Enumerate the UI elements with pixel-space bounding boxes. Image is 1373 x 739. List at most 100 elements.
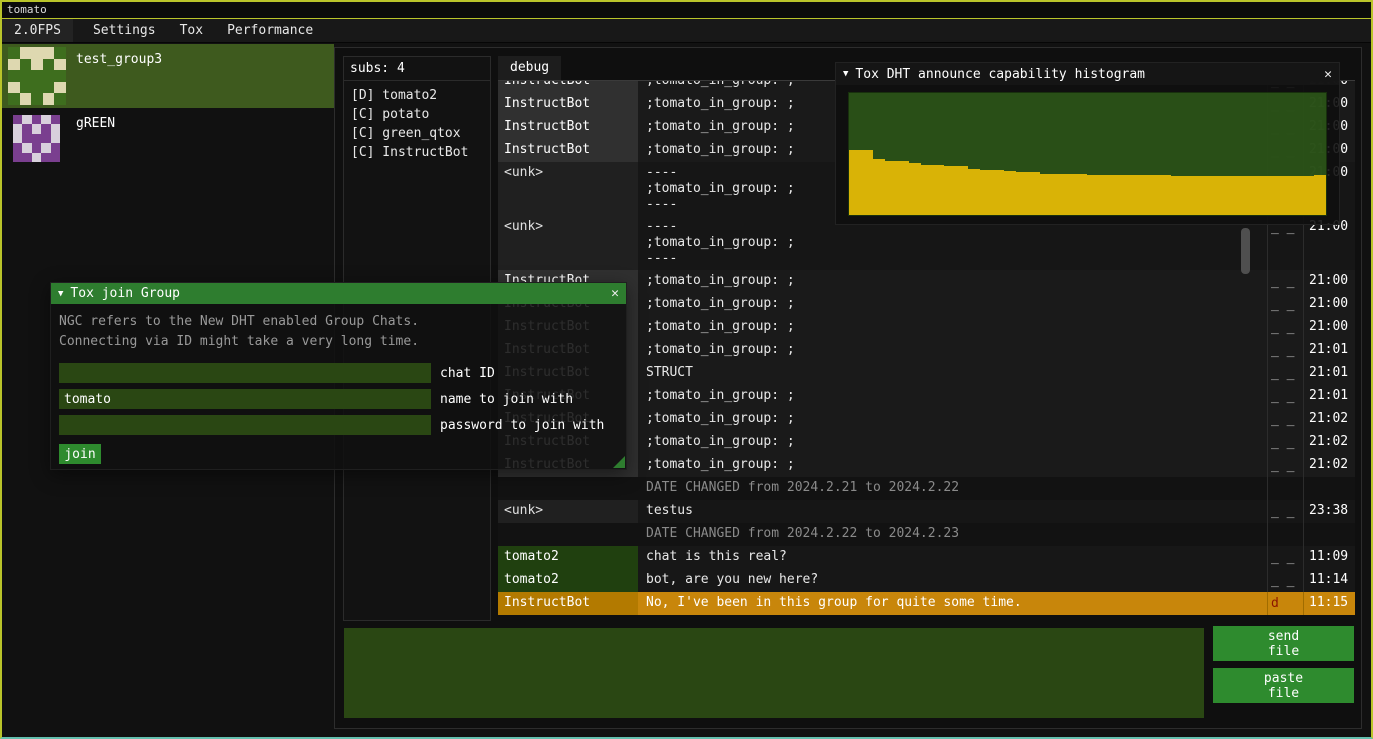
histogram-plot xyxy=(848,92,1327,216)
join-group-window: ▼ Tox join Group ✕ NGC refers to the New… xyxy=(50,282,627,470)
histogram-window-title: Tox DHT announce capability histogram xyxy=(855,67,1145,82)
close-icon[interactable]: ✕ xyxy=(1324,67,1332,82)
message-row[interactable]: tomato2chat is this real?_ _11:09 xyxy=(498,546,1355,569)
histogram-window: ▼ Tox DHT announce capability histogram … xyxy=(835,62,1340,225)
join-window-title: Tox join Group xyxy=(70,286,180,301)
histogram-bar xyxy=(1087,175,1099,215)
histogram-bar xyxy=(968,169,980,215)
message-text: DATE CHANGED from 2024.2.22 to 2024.2.23 xyxy=(638,523,1267,546)
histogram-bar xyxy=(909,163,921,215)
resize-grip[interactable] xyxy=(613,456,625,468)
histogram-bar xyxy=(932,165,944,215)
histogram-bar xyxy=(1040,174,1052,215)
fps-counter[interactable]: 2.0FPS xyxy=(2,19,73,42)
histogram-bar xyxy=(849,150,861,215)
message-text: No, I've been in this group for quite so… xyxy=(638,592,1267,615)
menu-settings[interactable]: Settings xyxy=(81,19,168,42)
scrollbar-thumb[interactable] xyxy=(1241,228,1250,274)
histogram-bar xyxy=(1278,176,1290,215)
message-text: testus xyxy=(638,500,1267,523)
menu-tox[interactable]: Tox xyxy=(168,19,215,42)
chat-id-input[interactable] xyxy=(59,363,431,383)
message-text: bot, are you new here? xyxy=(638,569,1267,592)
message-sender: InstructBot xyxy=(498,592,638,615)
histogram-bar xyxy=(1123,175,1135,215)
member-item[interactable]: [C] InstructBot xyxy=(344,143,490,162)
join-password-label: password to join with xyxy=(440,418,604,433)
message-text: ;tomato_in_group: ; xyxy=(638,431,1267,454)
member-item[interactable]: [C] potato xyxy=(344,105,490,124)
menu-performance[interactable]: Performance xyxy=(215,19,325,42)
paste-file-button[interactable]: paste file xyxy=(1213,668,1354,703)
message-text: ;tomato_in_group: ; xyxy=(638,408,1267,431)
file-buttons: send file paste file xyxy=(1213,626,1354,703)
group-name: test_group3 xyxy=(76,47,162,67)
message-time: 21:00 xyxy=(1303,270,1355,293)
close-icon[interactable]: ✕ xyxy=(611,286,619,301)
message-row[interactable]: tomato2bot, are you new here?_ _11:14 xyxy=(498,569,1355,592)
histogram-bar xyxy=(873,159,885,215)
group-name: gREEN xyxy=(76,111,115,131)
message-sender: InstructBot xyxy=(498,81,638,93)
member-item[interactable]: [D] tomato2 xyxy=(344,86,490,105)
group-avatar xyxy=(13,115,60,162)
histogram-bar xyxy=(1219,176,1231,215)
ngc-description-line2: Connecting via ID might take a very long… xyxy=(59,332,618,352)
tab-debug[interactable]: debug xyxy=(498,56,561,80)
collapse-arrow-icon[interactable]: ▼ xyxy=(58,289,63,299)
histogram-bar xyxy=(1135,175,1147,215)
join-button[interactable]: join xyxy=(59,444,101,464)
message-row[interactable]: <unk>testus_ _23:38 xyxy=(498,500,1355,523)
message-text: ;tomato_in_group: ; xyxy=(638,270,1267,293)
message-sender: <unk> xyxy=(498,216,638,270)
join-window-titlebar[interactable]: ▼ Tox join Group ✕ xyxy=(51,283,626,304)
message-time: 11:09 xyxy=(1303,546,1355,569)
message-time: 21:02 xyxy=(1303,408,1355,431)
message-status: _ _ xyxy=(1267,431,1303,454)
group-list: test_group3 gREEN xyxy=(2,44,334,172)
member-item[interactable]: [C] green_qtox xyxy=(344,124,490,143)
message-row[interactable]: InstructBotNo, I've been in this group f… xyxy=(498,592,1355,615)
histogram-bar xyxy=(1076,174,1088,215)
message-status: d xyxy=(1267,592,1303,615)
join-name-input[interactable] xyxy=(59,389,431,409)
date-row: DATE CHANGED from 2024.2.21 to 2024.2.22 xyxy=(498,477,1355,500)
histogram-bar xyxy=(992,170,1004,215)
message-text: ;tomato_in_group: ; xyxy=(638,339,1267,362)
histogram-window-titlebar[interactable]: ▼ Tox DHT announce capability histogram … xyxy=(836,63,1339,85)
message-status: _ _ xyxy=(1267,362,1303,385)
histogram-bar xyxy=(1231,176,1243,215)
message-status: _ _ xyxy=(1267,385,1303,408)
histogram-bar xyxy=(956,166,968,215)
message-time: 21:00 xyxy=(1303,293,1355,316)
message-time: 21:02 xyxy=(1303,431,1355,454)
send-file-button[interactable]: send file xyxy=(1213,626,1354,661)
message-time: 21:02 xyxy=(1303,454,1355,477)
message-time: 21:01 xyxy=(1303,385,1355,408)
message-sender: InstructBot xyxy=(498,139,638,162)
window-titlebar[interactable]: tomato xyxy=(2,2,1371,19)
message-sender: tomato2 xyxy=(498,569,638,592)
histogram-bar xyxy=(861,150,873,215)
app-window: tomato 2.0FPS SettingsToxPerformance test… xyxy=(0,0,1373,739)
message-text: DATE CHANGED from 2024.2.21 to 2024.2.22 xyxy=(638,477,1267,500)
group-item-gREEN[interactable]: gREEN xyxy=(2,108,334,172)
message-status: _ _ xyxy=(1267,546,1303,569)
join-password-input[interactable] xyxy=(59,415,431,435)
histogram-bar xyxy=(1302,176,1314,215)
message-status: _ _ xyxy=(1267,408,1303,431)
chat-id-label: chat ID xyxy=(440,366,495,381)
message-text: ;tomato_in_group: ; xyxy=(638,316,1267,339)
histogram-bar xyxy=(1266,176,1278,215)
histogram-bar xyxy=(1016,172,1028,215)
message-text: ;tomato_in_group: ; xyxy=(638,454,1267,477)
group-avatar xyxy=(8,47,66,105)
histogram-bar xyxy=(1183,176,1195,215)
message-sender: tomato2 xyxy=(498,546,638,569)
group-item-test_group3[interactable]: test_group3 xyxy=(2,44,334,108)
message-input[interactable] xyxy=(344,628,1204,718)
message-sender: <unk> xyxy=(498,500,638,523)
message-status: _ _ xyxy=(1267,454,1303,477)
histogram-bar xyxy=(1028,172,1040,215)
collapse-arrow-icon[interactable]: ▼ xyxy=(843,69,848,79)
